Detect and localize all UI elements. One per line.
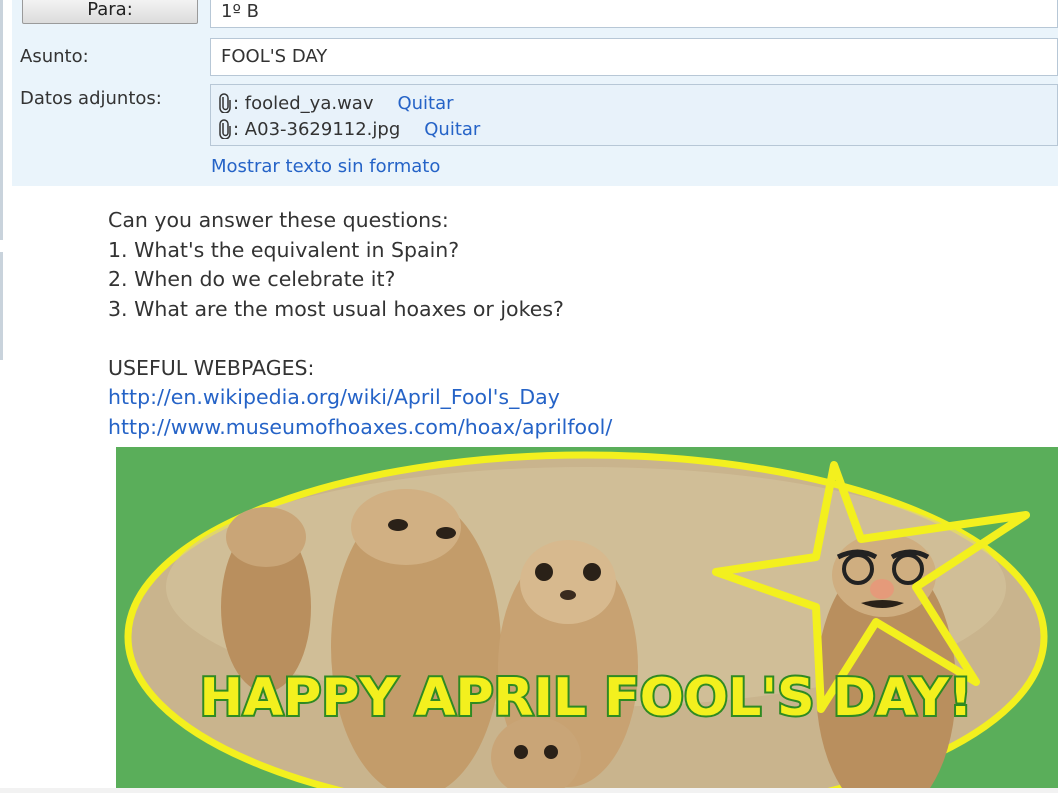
useful-heading: USEFUL WEBPAGES:	[108, 355, 315, 380]
to-field[interactable]: 1º B	[210, 0, 1058, 28]
attachment-item: : A03-3629112.jpg Quitar	[219, 117, 480, 141]
attachment-colon: :	[233, 118, 245, 140]
attachments-list: : fooled_ya.wav Quitar : A03-3629112.jpg…	[210, 84, 1058, 146]
attachments-label: Datos adjuntos:	[20, 88, 162, 109]
attachment-colon: :	[233, 92, 245, 114]
remove-attachment-link[interactable]: Quitar	[424, 119, 480, 140]
window-edge	[0, 0, 10, 360]
attachment-filename[interactable]: fooled_ya.wav	[245, 93, 374, 114]
subject-label: Asunto:	[20, 46, 89, 67]
paperclip-icon	[219, 93, 231, 113]
message-header: Para: 1º B Asunto: FOOL'S DAY Datos adju…	[12, 0, 1058, 186]
museum-of-hoaxes-link[interactable]: http://www.museumofhoaxes.com/hoax/april…	[108, 413, 612, 443]
image-caption: HAPPY APRIL FOOL'S DAY!	[199, 668, 972, 728]
edge-segment	[0, 0, 3, 240]
message-body[interactable]: Can you answer these questions: 1. What'…	[108, 206, 612, 442]
show-plain-text-link[interactable]: Mostrar texto sin formato	[211, 156, 440, 177]
wikipedia-link[interactable]: http://en.wikipedia.org/wiki/April_Fool'…	[108, 383, 612, 413]
paperclip-icon	[219, 119, 231, 139]
body-line: 3. What are the most usual hoaxes or jok…	[108, 296, 564, 321]
window-bottom-edge	[0, 788, 1058, 793]
body-line: Can you answer these questions:	[108, 208, 449, 232]
edge-segment	[0, 252, 3, 360]
subject-field[interactable]: FOOL'S DAY	[210, 38, 1058, 76]
april-fools-illustration: HAPPY APRIL FOOL'S DAY!	[116, 447, 1058, 793]
body-line: 2. When do we celebrate it?	[108, 267, 396, 291]
attachment-filename[interactable]: A03-3629112.jpg	[245, 119, 400, 140]
email-compose-window: Para: 1º B Asunto: FOOL'S DAY Datos adju…	[0, 0, 1058, 793]
remove-attachment-link[interactable]: Quitar	[397, 93, 453, 114]
april-fools-image: HAPPY APRIL FOOL'S DAY!	[116, 447, 1058, 793]
to-button[interactable]: Para:	[22, 0, 198, 24]
attachment-item: : fooled_ya.wav Quitar	[219, 91, 454, 115]
body-line: 1. What's the equivalent in Spain?	[108, 237, 460, 262]
